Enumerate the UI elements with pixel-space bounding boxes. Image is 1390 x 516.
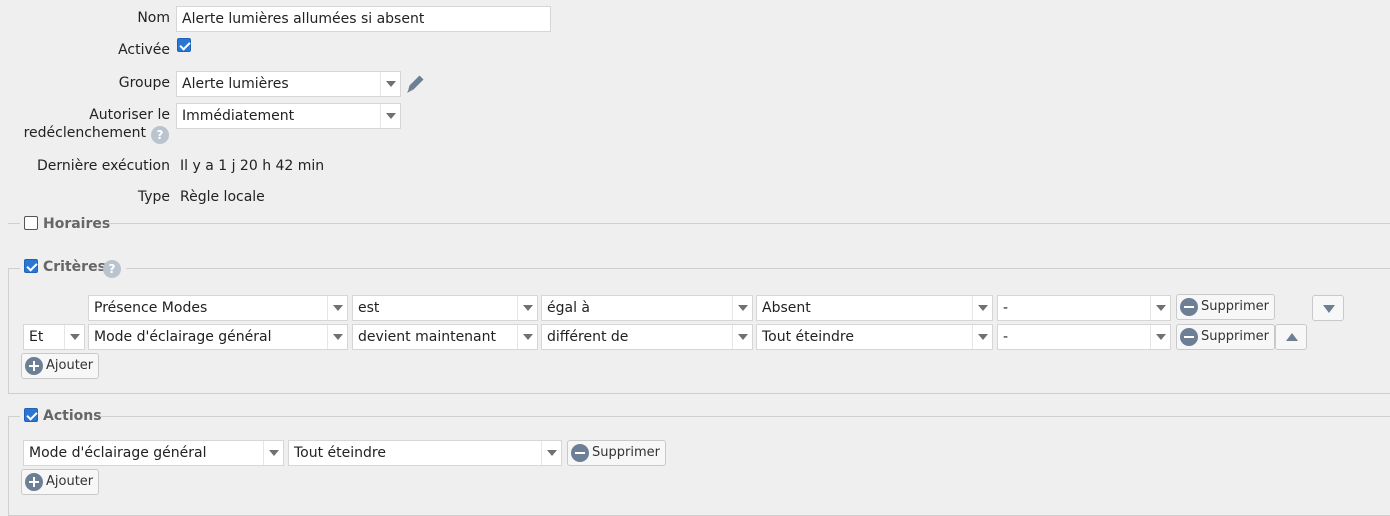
chevron-down-icon — [263, 441, 283, 465]
chevron-down-icon — [327, 325, 347, 349]
chevron-down-icon — [732, 296, 752, 320]
question-icon[interactable]: ? — [103, 260, 121, 278]
criteria-row1-operator-select[interactable]: égal à — [541, 295, 753, 321]
group-label: Groupe — [118, 75, 170, 91]
action-row1-device-value: Mode d'éclairage général — [29, 445, 207, 461]
action-row1-delete-button[interactable]: Supprimer — [567, 440, 666, 466]
chevron-down-icon — [1150, 325, 1170, 349]
pencil-icon[interactable] — [404, 73, 428, 95]
name-label: Nom — [137, 10, 170, 26]
chevron-down-icon — [517, 296, 537, 320]
criteria-row2-delete-label: Supprimer — [1201, 329, 1269, 344]
criteria-row1-device-value: Présence Modes — [94, 300, 208, 316]
criteria-row2-value-select[interactable]: Tout éteindre — [756, 324, 993, 350]
criteria-row1-extra-value: - — [1003, 300, 1009, 316]
retrigger-label-line2: redéclenchement — [23, 125, 146, 141]
minus-circle-icon — [571, 444, 589, 462]
criteria-add-button[interactable]: Ajouter — [21, 353, 100, 379]
schedules-divider-left — [8, 223, 20, 224]
criteria-row1-extra-select[interactable]: - — [997, 295, 1171, 321]
question-icon[interactable]: ? — [151, 126, 169, 144]
criteria-row2-connector-select[interactable]: Et — [23, 324, 85, 350]
schedules-checkbox[interactable] — [24, 216, 38, 230]
criteria-row1-operator-value: égal à — [547, 300, 590, 316]
minus-circle-icon — [1180, 298, 1198, 316]
chevron-down-icon — [327, 296, 347, 320]
criteria-row2-device-value: Mode d'éclairage général — [94, 329, 272, 345]
actions-checkbox[interactable] — [24, 408, 38, 422]
criteria-row1-device-select[interactable]: Présence Modes — [88, 295, 348, 321]
action-row1-value-select[interactable]: Tout éteindre — [288, 440, 562, 466]
actions-add-label: Ajouter — [46, 474, 94, 489]
chevron-down-icon — [380, 72, 400, 96]
plus-circle-icon — [25, 473, 43, 491]
criteria-row2-extra-select[interactable]: - — [997, 324, 1171, 350]
action-row1-value-value: Tout éteindre — [294, 445, 386, 461]
criteria-divider-left — [8, 268, 20, 269]
criteria-row2-extra-value: - — [1003, 329, 1009, 345]
criteria-row2-connector-value: Et — [29, 329, 44, 345]
chevron-down-icon — [64, 325, 84, 349]
enabled-checkbox[interactable] — [177, 38, 191, 52]
name-input[interactable]: Alerte lumières allumées si absent — [176, 6, 551, 32]
chevron-down-icon — [1150, 296, 1170, 320]
group-select-value: Alerte lumières — [182, 76, 289, 92]
criteria-checkbox[interactable] — [24, 259, 38, 273]
actions-legend: Actions — [43, 408, 102, 424]
criteria-row1-verb-select[interactable]: est — [352, 295, 538, 321]
schedules-legend: Horaires — [43, 216, 111, 232]
chevron-down-icon — [380, 104, 400, 128]
actions-add-button[interactable]: Ajouter — [21, 469, 100, 495]
criteria-row1-value-value: Absent — [762, 300, 811, 316]
actions-divider — [100, 416, 1390, 417]
criteria-row2-move-up-button[interactable] — [1275, 324, 1307, 350]
criteria-row1-verb-value: est — [358, 300, 380, 316]
chevron-down-icon — [972, 325, 992, 349]
criteria-row1-delete-label: Supprimer — [1201, 299, 1269, 314]
criteria-legend: Critères — [43, 259, 106, 275]
criteria-row2-delete-button[interactable]: Supprimer — [1176, 324, 1275, 350]
criteria-row1-move-down-button[interactable] — [1312, 295, 1344, 321]
minus-circle-icon — [1180, 328, 1198, 346]
criteria-row1-delete-button[interactable]: Supprimer — [1176, 294, 1275, 320]
criteria-row2-operator-value: différent de — [547, 329, 629, 345]
retrigger-select[interactable]: Immédiatement — [176, 103, 401, 129]
last-exec-value: Il y a 1 j 20 h 42 min — [180, 158, 325, 174]
type-value: Règle locale — [180, 189, 265, 205]
criteria-row2-value-value: Tout éteindre — [762, 329, 854, 345]
criteria-divider — [126, 268, 1390, 269]
action-row1-delete-label: Supprimer — [592, 445, 660, 460]
plus-circle-icon — [25, 357, 43, 375]
criteria-row2-verb-select[interactable]: devient maintenant — [352, 324, 538, 350]
chevron-down-icon — [541, 441, 561, 465]
chevron-down-icon — [972, 296, 992, 320]
actions-fieldset — [8, 416, 1390, 516]
criteria-row2-device-select[interactable]: Mode d'éclairage général — [88, 324, 348, 350]
group-select[interactable]: Alerte lumières — [176, 71, 401, 97]
criteria-row2-verb-value: devient maintenant — [358, 329, 496, 345]
chevron-down-icon — [517, 325, 537, 349]
actions-divider-left — [8, 416, 20, 417]
action-row1-device-select[interactable]: Mode d'éclairage général — [23, 440, 284, 466]
enabled-label: Activée — [118, 42, 170, 58]
retrigger-label-line1: Autoriser le — [89, 107, 170, 123]
criteria-add-label: Ajouter — [46, 358, 94, 373]
retrigger-select-value: Immédiatement — [182, 108, 295, 124]
criteria-row1-value-select[interactable]: Absent — [756, 295, 993, 321]
type-label: Type — [137, 189, 170, 205]
schedules-divider — [108, 223, 1390, 224]
criteria-row2-operator-select[interactable]: différent de — [541, 324, 753, 350]
chevron-down-icon — [732, 325, 752, 349]
last-exec-label: Dernière exécution — [36, 158, 170, 174]
